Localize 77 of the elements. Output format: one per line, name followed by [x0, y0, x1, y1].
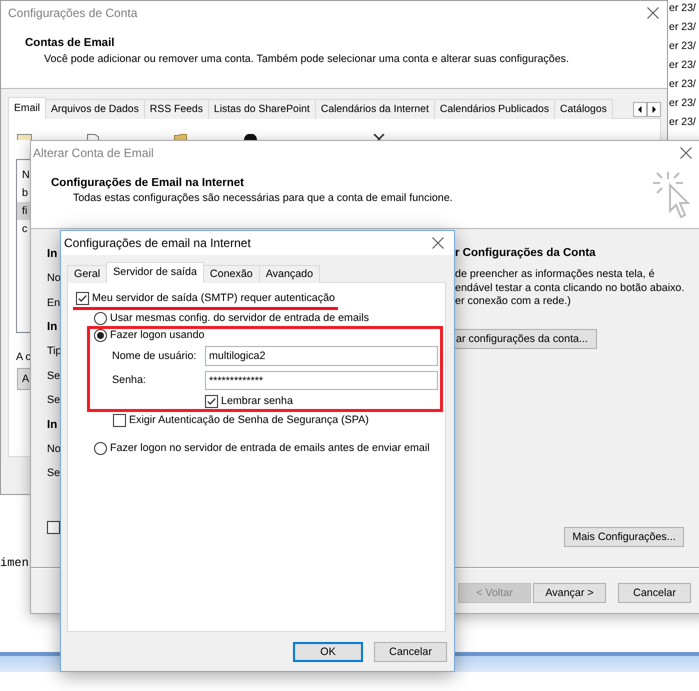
section-heading: Contas de Email	[25, 37, 114, 50]
list-item[interactable]: b	[17, 184, 30, 202]
radio-button[interactable]	[94, 312, 107, 325]
close-icon[interactable]	[647, 7, 659, 19]
radio-label: Fazer logon usando	[110, 329, 204, 342]
list-item[interactable]: c	[17, 220, 30, 238]
checkbox[interactable]	[205, 395, 218, 408]
radio-label: Fazer logon no servidor de entrada de emails antes de enviar email	[110, 442, 430, 455]
info-text: de preencher as informações nesta tela, é	[455, 268, 655, 282]
tab[interactable]: Conexão	[202, 265, 260, 283]
date-text: er 23/	[668, 20, 696, 35]
tab[interactable]: Servidor de saída	[106, 262, 204, 283]
field-label: Se	[47, 466, 60, 482]
radio-button[interactable]	[94, 442, 107, 455]
date-text: er 23/	[668, 115, 696, 130]
close-icon[interactable]	[432, 237, 444, 249]
tab[interactable]: Geral	[67, 265, 108, 283]
list-item[interactable]: N	[17, 166, 30, 184]
tab[interactable]: Calendários Publicados	[434, 99, 556, 119]
tab[interactable]: Avançado	[258, 265, 320, 283]
section-heading: r Configurações da Conta	[455, 247, 596, 259]
checkbox-label: Meu servidor de saída (SMTP) requer autenticação	[92, 292, 335, 305]
date-text: er 23/	[668, 96, 696, 111]
field-label: Nome de usuário:	[112, 350, 198, 362]
input-field[interactable]: *************	[205, 371, 438, 390]
field-label: Se	[47, 393, 60, 408]
section-heading: In	[47, 418, 58, 433]
section-description: Todas estas configurações são necessárias para que a conta de email funcione.	[73, 192, 453, 205]
document-icon[interactable]	[87, 134, 99, 140]
scroll-right-icon[interactable]	[647, 102, 661, 117]
info-text: endável testar a conta clicando no botão abaixo.	[455, 282, 684, 295]
checkbox-label: Lembrar senha	[221, 395, 293, 408]
date-text: er 23/	[668, 58, 696, 73]
radio-button[interactable]	[94, 329, 107, 342]
input-field[interactable]: multilogica2	[205, 346, 438, 366]
checkbox[interactable]	[113, 414, 126, 427]
section-description: Você pode adicionar ou remover uma conta. Também pode selecionar uma conta e alterar suas configurações.	[44, 53, 569, 66]
field-label: No	[47, 271, 61, 286]
folder-icon[interactable]	[174, 134, 187, 140]
tab[interactable]: Listas do SharePoint	[208, 99, 316, 119]
chevron-icon[interactable]	[373, 134, 385, 140]
tab[interactable]: Arquivos de Dados	[44, 99, 145, 119]
tab[interactable]: Email	[8, 97, 46, 119]
window-title: Alterar Conta de Email	[33, 146, 154, 160]
console-text: imen	[0, 556, 29, 570]
cursor-sparkle-icon	[652, 171, 690, 219]
section-heading: In	[47, 246, 58, 262]
tab[interactable]: Calendários da Internet	[314, 99, 435, 119]
next-button[interactable]: Avançar >	[533, 583, 606, 603]
section-heading: In	[47, 320, 58, 335]
field-label: No	[47, 442, 61, 457]
scroll-left-icon[interactable]	[633, 102, 647, 117]
more-settings-button[interactable]: Mais Configurações...	[564, 526, 684, 546]
window-title: Configurações de email na Internet	[64, 236, 251, 250]
test-settings-button[interactable]: ar configurações da conta...	[452, 328, 597, 348]
tab[interactable]: Catálogos	[554, 99, 613, 119]
info-text: er conexão com a rede.)	[455, 295, 571, 308]
field-label: Senha:	[112, 374, 147, 387]
checkbox-label: Exigir Autenticação de Senha de Segurança (SPA)	[129, 414, 369, 427]
close-icon[interactable]	[680, 147, 692, 159]
envelope-icon[interactable]	[17, 134, 32, 140]
date-text: er 23/	[668, 1, 696, 16]
list-item[interactable]: fi	[17, 202, 30, 220]
checkbox[interactable]	[76, 292, 89, 305]
section-heading: Configurações de Email na Internet	[51, 177, 244, 190]
checkbox[interactable]	[47, 520, 60, 534]
field-label: En	[47, 296, 60, 311]
date-text: er 23/	[668, 77, 696, 92]
account-button[interactable]: A	[17, 368, 30, 390]
date-text: er 23/	[668, 39, 696, 54]
tab[interactable]: RSS Feeds	[144, 99, 209, 119]
radio-label: Usar mesmas config. do servidor de entrada de emails	[110, 312, 369, 325]
ok-button[interactable]: OK	[293, 642, 363, 662]
window-title: Configurações de Conta	[8, 6, 138, 20]
cancel-button[interactable]: Cancelar	[618, 583, 691, 603]
field-label: Se	[47, 368, 60, 384]
cancel-button[interactable]: Cancelar	[374, 642, 447, 662]
